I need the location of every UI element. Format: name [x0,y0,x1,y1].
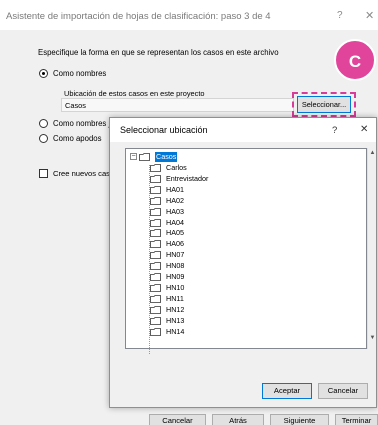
tree-item-label: HN12 [166,305,185,314]
tree-item-label: HA01 [166,185,184,194]
tree-collapse-icon[interactable]: − [130,153,137,160]
folder-icon [150,328,161,336]
tree-item[interactable]: HN14 [150,327,240,337]
tree-item[interactable]: HN13 [150,316,240,326]
tree-item-label: HA05 [166,228,184,237]
folder-icon [150,240,161,248]
radio-como-nombres-jerarquicos-label: Como nombres je [53,119,115,128]
select-location-help-icon[interactable]: ? [332,125,337,136]
tree-item[interactable]: HN12 [150,305,240,315]
select-location-close-icon[interactable]: ✕ [360,124,368,135]
folder-icon [150,317,161,325]
tree-item-label: HA06 [166,239,184,248]
tree-item-label: HN13 [166,316,185,325]
wizard-title: Asistente de importación de hojas de cla… [6,11,271,22]
folder-icon [150,219,161,227]
tree-item-label: HN08 [166,261,185,270]
folder-icon [150,186,161,194]
location-label: Ubicación de estos casos en este proyect… [64,89,205,98]
tree-root-label: Casos [155,152,178,162]
tree-item[interactable]: HN08 [150,261,240,271]
wizard-finish-button[interactable]: Terminar [335,414,378,425]
select-button[interactable]: Seleccionar... [297,96,351,113]
tree-item[interactable]: HN11 [150,294,240,304]
radio-como-nombres[interactable] [39,69,48,78]
tree-root-item[interactable]: Casos [139,152,199,162]
tree-item[interactable]: HN07 [150,250,240,260]
inner-cancel-button[interactable]: Cancelar [318,383,368,399]
folder-icon [150,295,161,303]
radio-como-apodos-label: Como apodos [53,134,102,143]
folder-icon [139,153,150,161]
tree-item-label: HA03 [166,207,184,216]
create-cases-checkbox[interactable] [39,169,48,178]
wizard-next-button[interactable]: Siguiente [270,414,329,425]
tree-item-label: HA04 [166,218,184,227]
wizard-cancel-button[interactable]: Cancelar [149,414,206,425]
tree-item[interactable]: Entrevistador [150,174,240,184]
tree-scrollbar[interactable]: ▲ ▼ [367,148,376,349]
folder-icon [150,306,161,314]
folder-icon [150,229,161,237]
folder-icon [150,284,161,292]
radio-como-nombres-label: Como nombres [53,69,107,78]
folder-icon [150,164,161,172]
tree-item[interactable]: Carlos [150,163,240,173]
wizard-back-button[interactable]: Atrás [212,414,264,425]
scroll-down-icon[interactable]: ▼ [368,335,377,341]
tree-item-label: HN10 [166,283,185,292]
tree-item-label: HN14 [166,327,185,336]
wizard-titlebar: Asistente de importación de hojas de cla… [0,0,378,30]
tree-item[interactable]: HA06 [150,239,240,249]
tree-item[interactable]: HA01 [150,185,240,195]
tree-item-label: HN11 [166,294,184,303]
wizard-help-icon[interactable]: ? [337,10,343,21]
tree-item[interactable]: HA03 [150,207,240,217]
location-field[interactable]: Casos [61,98,294,112]
radio-como-nombres-jerarquicos[interactable] [39,119,48,128]
tree-item[interactable]: HN10 [150,283,240,293]
tree-item-label: Carlos [166,163,187,172]
create-cases-checkbox-label: Cree nuevos cas [53,169,110,178]
select-location-title: Seleccionar ubicación [120,125,208,135]
folder-icon [150,262,161,270]
tree-item[interactable]: HA02 [150,196,240,206]
tree-item-label: HN07 [166,250,185,259]
tree-item-label: HN09 [166,272,185,281]
tree-item[interactable]: HN09 [150,272,240,282]
radio-como-apodos[interactable] [39,134,48,143]
tree-item-label: HA02 [166,196,184,205]
scroll-up-icon[interactable]: ▲ [368,150,377,156]
folder-icon [150,251,161,259]
instruction-text: Especifique la forma en que se represent… [38,48,279,57]
folder-icon [150,197,161,205]
callout-c-badge: C [334,39,376,81]
accept-button[interactable]: Aceptar [262,383,312,399]
folder-icon [150,273,161,281]
tree-item[interactable]: HA04 [150,218,240,228]
wizard-close-icon[interactable]: ✕ [365,9,374,22]
folder-icon [150,175,161,183]
folder-icon [150,208,161,216]
tree-item[interactable]: HA05 [150,228,240,238]
tree-item-label: Entrevistador [166,174,209,183]
